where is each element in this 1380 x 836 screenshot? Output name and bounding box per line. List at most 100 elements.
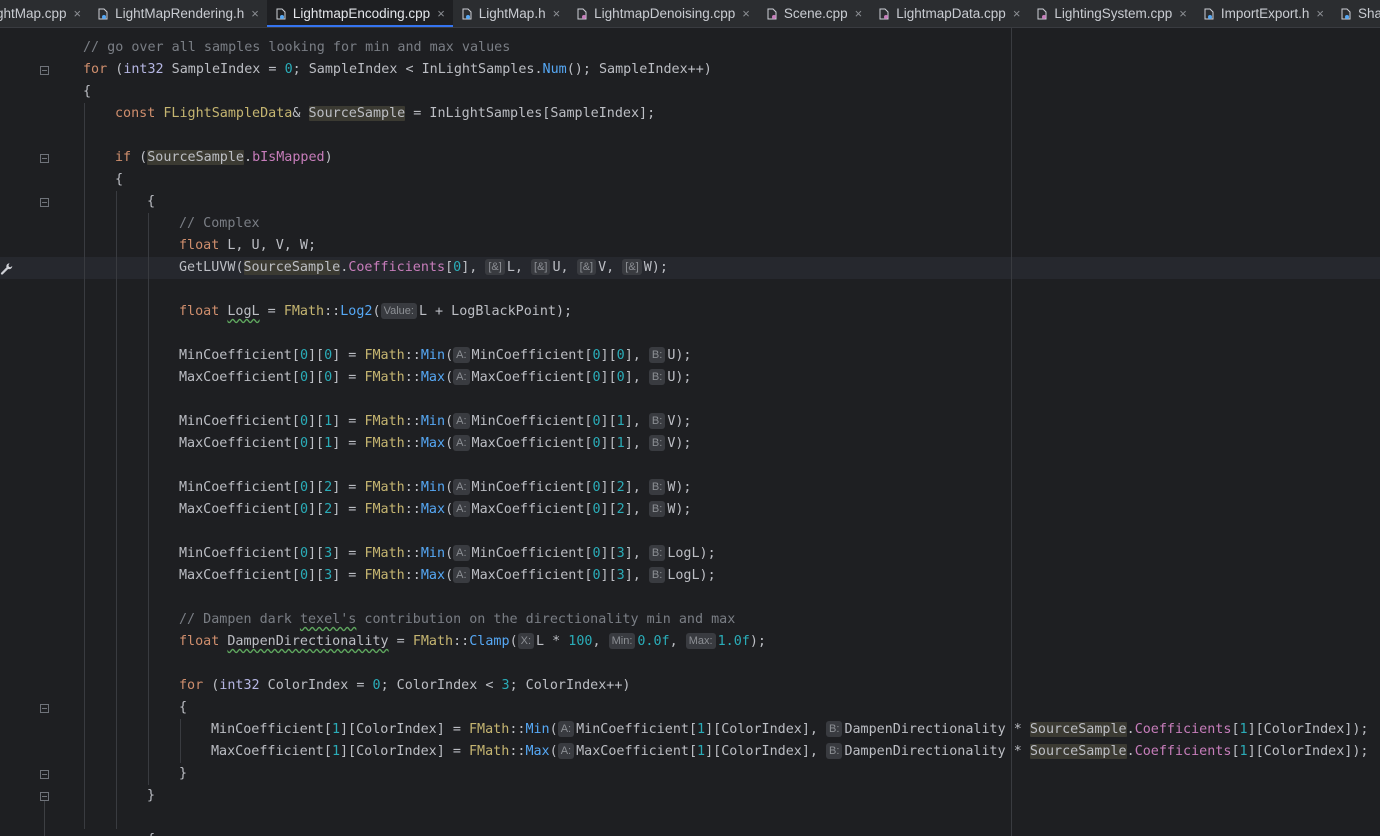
code-line[interactable]: MinCoefficient[0][1] = FMath::Min(A: MinC… (179, 411, 692, 433)
code-token: ][ColorIndex], (705, 744, 827, 759)
close-tab-icon[interactable]: × (1179, 6, 1187, 21)
code-token: :: (404, 502, 421, 517)
tab-lightmapdenoising-cpp[interactable]: LightmapDenoising.cpp × (568, 0, 758, 27)
fold-toggle-icon[interactable] (40, 66, 49, 75)
tab-shade[interactable]: Shade (1332, 0, 1380, 27)
code-line[interactable]: float L, U, V, W; (179, 235, 316, 257)
code-editor[interactable]: // go over all samples looking for min a… (0, 28, 1380, 836)
parameter-hint: B: (648, 567, 666, 583)
code-line[interactable]: if (SourceSample.bIsMapped) (115, 147, 333, 169)
code-line[interactable]: { (179, 697, 187, 719)
ide-window: ightMap.cpp × LightMapRendering.h × Lightmap… (0, 0, 1380, 836)
code-line[interactable]: for (int32 SampleIndex = 0; SampleIndex … (83, 59, 712, 81)
code-line[interactable]: GetLUVW(SourceSample.Coefficients[0], [&… (179, 257, 668, 279)
fold-toggle-icon[interactable] (40, 704, 49, 713)
code-line[interactable]: MaxCoefficient[0][2] = FMath::Max(A: MaxC… (179, 499, 692, 521)
code-token: U, (552, 260, 577, 275)
code-token: MaxCoefficient[ (471, 370, 593, 385)
code-token: Coefficients (1134, 744, 1232, 759)
tab-lightmaprendering-h[interactable]: LightMapRendering.h × (89, 0, 267, 27)
code-line[interactable]: float LogL = FMath::Log2(Value: L + LogBl… (179, 301, 572, 323)
code-line[interactable]: { (83, 81, 91, 103)
tab-lightmap-h[interactable]: LightMap.h × (453, 0, 568, 27)
close-tab-icon[interactable]: × (74, 6, 82, 21)
code-line[interactable]: // Dampen dark texel's contribution on t… (179, 609, 735, 631)
code-line[interactable]: // Complex (179, 213, 260, 235)
close-tab-icon[interactable]: × (855, 6, 863, 21)
code-token: ][ (600, 480, 617, 495)
parameter-hint: A: (453, 501, 470, 517)
code-token: ][ (600, 436, 617, 451)
parameter-hint: B: (648, 501, 666, 517)
code-line[interactable]: MinCoefficient[0][3] = FMath::Min(A: MinC… (179, 543, 716, 565)
cpp-file-icon (766, 8, 778, 20)
code-token: 1 (616, 436, 625, 451)
code-token: . (1126, 744, 1135, 759)
fold-toggle-icon[interactable] (40, 198, 49, 207)
code-token: 1 (324, 414, 333, 429)
code-line[interactable]: { (147, 829, 155, 836)
code-token: ); (749, 634, 766, 649)
code-token: ) (324, 150, 333, 165)
code-line[interactable]: float DampenDirectionality = FMath::Clam… (179, 631, 766, 653)
fold-end-icon[interactable] (40, 770, 49, 779)
close-tab-icon[interactable]: × (437, 6, 445, 21)
code-line[interactable]: { (147, 191, 155, 213)
code-token: 2 (616, 502, 625, 517)
tab-lightmapencoding-cpp[interactable]: LightmapEncoding.cpp × (266, 0, 453, 27)
code-line[interactable]: MinCoefficient[0][2] = FMath::Min(A: MinC… (179, 477, 692, 499)
code-token: Max (525, 744, 550, 759)
indent-guide (180, 719, 181, 763)
code-line[interactable]: MaxCoefficient[1][ColorIndex] = FMath::M… (211, 741, 1369, 763)
code-line[interactable]: } (179, 763, 187, 785)
code-token: V); (667, 436, 692, 451)
code-comment: // Dampen dark (179, 612, 300, 627)
tab-label: Shade (1357, 6, 1380, 21)
highlighted-identifier: SourceSample (147, 150, 244, 165)
code-token: MinCoefficient[ (576, 722, 698, 737)
close-tab-icon[interactable]: × (1013, 6, 1021, 21)
tab-label: LightmapData.cpp (896, 6, 1006, 21)
code-token: :: (404, 370, 421, 385)
parameter-hint: A: (453, 369, 470, 385)
code-line[interactable]: { (115, 169, 123, 191)
code-token: ( (203, 678, 220, 693)
code-token: FMath (412, 634, 454, 649)
code-token: DampenDirectionality * (844, 744, 1030, 759)
code-line[interactable]: MinCoefficient[0][0] = FMath::Min(A: MinC… (179, 345, 692, 367)
close-tab-icon[interactable]: × (742, 6, 750, 21)
code-token: ][ColorIndex] = (340, 744, 469, 759)
code-token: 3 (616, 546, 625, 561)
tab-lightmapdata-cpp[interactable]: LightmapData.cpp × (870, 0, 1028, 27)
code-line[interactable]: // go over all samples looking for min a… (83, 37, 510, 59)
parameter-hint: B: (648, 369, 666, 385)
code-token: V, (598, 260, 623, 275)
code-token: for (83, 62, 108, 77)
code-line[interactable]: for (int32 ColorIndex = 0; ColorIndex < … (179, 675, 631, 697)
tab-ightmap-cpp[interactable]: ightMap.cpp × (0, 0, 89, 27)
code-line[interactable]: MaxCoefficient[0][1] = FMath::Max(A: MaxC… (179, 433, 692, 455)
tab-lightingsystem-cpp[interactable]: LightingSystem.cpp × (1028, 0, 1194, 27)
code-token: 0 (592, 348, 601, 363)
code-line[interactable]: } (147, 785, 155, 807)
tab-importexport-h[interactable]: ImportExport.h × (1195, 0, 1332, 27)
close-tab-icon[interactable]: × (553, 6, 561, 21)
wrench-icon[interactable] (0, 261, 14, 275)
close-tab-icon[interactable]: × (1316, 6, 1324, 21)
close-tab-icon[interactable]: × (251, 6, 259, 21)
code-line[interactable]: MaxCoefficient[0][3] = FMath::Max(A: MaxC… (179, 565, 716, 587)
code-comment: texel's (299, 612, 357, 627)
tab-scene-cpp[interactable]: Scene.cpp × (758, 0, 870, 27)
parameter-hint: B: (648, 413, 666, 429)
fold-toggle-icon[interactable] (40, 154, 49, 163)
code-token: , (592, 634, 609, 649)
code-line[interactable]: const FLightSampleData& SourceSample = I… (115, 103, 655, 125)
code-token: 3 (324, 546, 333, 561)
code-token: 0 (592, 502, 601, 517)
code-line[interactable]: MinCoefficient[1][ColorIndex] = FMath::M… (211, 719, 1369, 741)
fold-end-icon[interactable] (40, 792, 49, 801)
editor-gutter[interactable] (0, 28, 60, 836)
code-line[interactable]: MaxCoefficient[0][0] = FMath::Max(A: MaxC… (179, 367, 692, 389)
code-token: 0 (616, 370, 625, 385)
header-file-icon (1340, 8, 1352, 20)
